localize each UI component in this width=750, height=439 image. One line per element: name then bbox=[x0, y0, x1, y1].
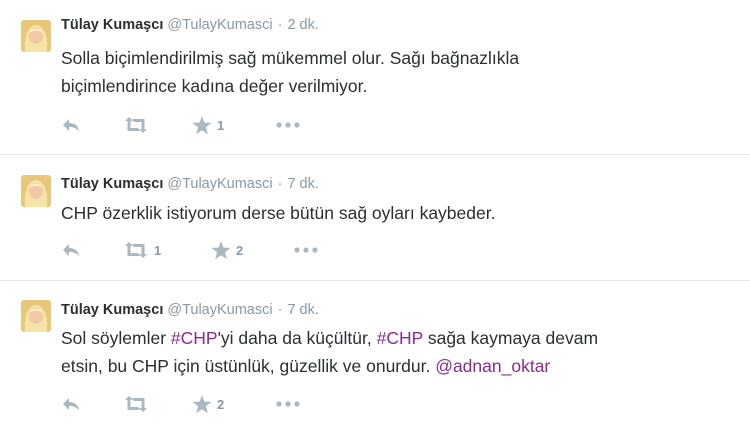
retweet-button[interactable] bbox=[123, 394, 154, 414]
hashtag-link[interactable]: #CHP bbox=[377, 328, 423, 348]
retweet-icon bbox=[125, 117, 147, 133]
user-handle[interactable]: @TulayKumasci bbox=[167, 17, 272, 33]
tweet-text-line: CHP özerklik istiyorum derse bütün sağ o… bbox=[61, 203, 496, 223]
separator-dot: · bbox=[277, 17, 283, 33]
timestamp[interactable]: 7 dk. bbox=[287, 176, 318, 192]
user-name[interactable]: Tülay Kumaşcı bbox=[61, 17, 163, 33]
star-icon bbox=[192, 394, 212, 413]
avatar[interactable] bbox=[21, 300, 51, 332]
tweet-text: CHP özerklik istiyorum derse bütün sağ o… bbox=[61, 199, 721, 227]
retweet-button[interactable] bbox=[123, 115, 154, 135]
more-button[interactable] bbox=[276, 394, 300, 414]
retweet-button[interactable]: 1 bbox=[123, 240, 161, 260]
star-icon bbox=[211, 240, 231, 259]
mention-link[interactable]: @adnan_oktar bbox=[435, 356, 550, 376]
reply-button[interactable] bbox=[61, 115, 81, 135]
hashtag-link[interactable]: #CHP bbox=[171, 328, 218, 348]
user-name[interactable]: Tülay Kumaşcı bbox=[61, 176, 163, 192]
user-name[interactable]: Tülay Kumaşcı bbox=[61, 302, 163, 318]
favorite-count: 2 bbox=[217, 396, 225, 412]
tweet[interactable]: Tülay Kumaşcı @TulayKumasci · 7 dk. CHP öze… bbox=[0, 155, 750, 281]
tweet-text-line: biçimlendirince kadına değer verilmiyor. bbox=[61, 76, 368, 96]
tweet[interactable]: Tülay Kumaşcı @TulayKumasci · 7 dk. Sol söy… bbox=[0, 281, 750, 439]
favorite-count: 1 bbox=[217, 117, 225, 133]
avatar[interactable] bbox=[21, 20, 51, 52]
tweet-text: Sol söylemler #CHP'yi daha da küçültür, … bbox=[61, 324, 721, 380]
tweet-text-line: etsin, bu CHP için üstünlük, güzellik ve… bbox=[61, 352, 721, 380]
tweet-header: Tülay Kumaşcı @TulayKumasci · 7 dk. bbox=[61, 300, 319, 320]
more-icon bbox=[276, 401, 300, 407]
user-handle[interactable]: @TulayKumasci bbox=[167, 176, 272, 192]
separator-dot: · bbox=[277, 302, 283, 318]
text-segment: 'yi daha da küçültür, bbox=[217, 328, 377, 348]
reply-icon bbox=[63, 398, 79, 410]
user-handle[interactable]: @TulayKumasci bbox=[167, 302, 272, 318]
tweet-header: Tülay Kumaşcı @TulayKumasci · 7 dk. bbox=[61, 174, 319, 194]
star-icon bbox=[192, 115, 212, 134]
more-icon bbox=[276, 122, 300, 128]
tweet[interactable]: Tülay Kumaşcı @TulayKumasci · 2 dk. Solla b… bbox=[0, 0, 750, 155]
favorite-button[interactable]: 2 bbox=[211, 240, 243, 260]
retweet-icon bbox=[125, 242, 147, 258]
retweet-count: 1 bbox=[154, 242, 162, 258]
tweet-text: Solla biçimlendirilmiş sağ mükemmel olur… bbox=[61, 44, 721, 100]
reply-icon bbox=[63, 119, 79, 131]
favorite-button[interactable]: 2 bbox=[192, 394, 224, 414]
tweet-text-line: Sol söylemler #CHP'yi daha da küçültür, … bbox=[61, 324, 721, 352]
reply-button[interactable] bbox=[61, 240, 81, 260]
tweet-text-line: Solla biçimlendirilmiş sağ mükemmel olur… bbox=[61, 48, 520, 68]
more-button[interactable] bbox=[294, 240, 318, 260]
text-segment: Sol söylemler bbox=[61, 328, 171, 348]
reply-icon bbox=[63, 244, 79, 256]
favorite-count: 2 bbox=[236, 242, 244, 258]
favorite-button[interactable]: 1 bbox=[192, 115, 224, 135]
tweet-header: Tülay Kumaşcı @TulayKumasci · 2 dk. bbox=[61, 15, 319, 35]
timestamp[interactable]: 2 dk. bbox=[287, 17, 318, 33]
text-segment: etsin, bu CHP için üstünlük, güzellik ve… bbox=[61, 356, 436, 376]
separator-dot: · bbox=[277, 176, 283, 192]
avatar[interactable] bbox=[21, 175, 51, 207]
more-icon bbox=[294, 247, 318, 253]
more-button[interactable] bbox=[276, 115, 300, 135]
timestamp[interactable]: 7 dk. bbox=[287, 302, 318, 318]
timeline: Tülay Kumaşcı @TulayKumasci · 2 dk. Solla b… bbox=[0, 0, 750, 439]
text-segment: sağa kaymaya devam bbox=[422, 328, 599, 348]
retweet-icon bbox=[125, 396, 147, 412]
reply-button[interactable] bbox=[61, 394, 81, 414]
